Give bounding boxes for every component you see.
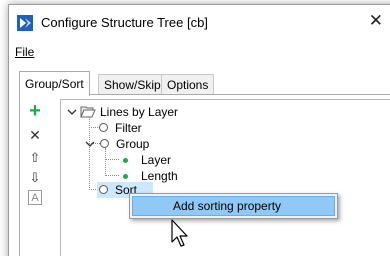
circle-icon bbox=[99, 123, 108, 132]
menu-file[interactable]: File bbox=[15, 45, 34, 59]
group-sort-panel: + ✕ ⇧ ⇩ A Lines by Layer Filter Group La… bbox=[19, 94, 390, 256]
tree-line bbox=[105, 148, 106, 176]
menu-item-add-sorting-property[interactable]: Add sorting property bbox=[132, 196, 335, 216]
green-dot-icon bbox=[123, 174, 128, 179]
chevron-down-icon[interactable] bbox=[67, 107, 77, 117]
green-dot-icon bbox=[123, 158, 128, 163]
close-icon[interactable]: ✕ bbox=[369, 11, 383, 31]
circle-icon bbox=[99, 185, 108, 194]
tree-line bbox=[105, 159, 119, 160]
tab-show-skip[interactable]: Show/Skip bbox=[98, 74, 167, 95]
tree-node-filter[interactable]: Filter bbox=[99, 120, 169, 136]
arrow-up-icon[interactable]: ⇧ bbox=[26, 149, 44, 167]
plus-icon[interactable]: + bbox=[26, 101, 44, 121]
context-menu: Add sorting property bbox=[129, 193, 338, 219]
circle-icon bbox=[100, 139, 109, 148]
tab-options[interactable]: Options bbox=[161, 74, 215, 95]
tab-group-sort[interactable]: Group/Sort bbox=[19, 71, 90, 96]
text-field-icon[interactable]: A bbox=[28, 190, 42, 205]
tree-node-group[interactable]: Group bbox=[85, 136, 165, 152]
menu-item-label: Add sorting property bbox=[173, 199, 282, 213]
structure-tree[interactable]: Lines by Layer Filter Group Layer Length… bbox=[60, 99, 390, 256]
folder-open-icon bbox=[80, 106, 96, 118]
window-title: Configure Structure Tree [cb] bbox=[41, 15, 208, 30]
title-bar: Configure Structure Tree [cb] ✕ bbox=[9, 5, 390, 39]
mouse-pointer-icon bbox=[171, 219, 188, 247]
menu-bar: File bbox=[9, 43, 390, 63]
chevron-down-icon[interactable] bbox=[85, 139, 95, 149]
tree-node-label: Layer bbox=[141, 153, 172, 167]
x-icon[interactable]: ✕ bbox=[26, 126, 44, 144]
app-logo-icon bbox=[17, 15, 33, 31]
tree-line bbox=[105, 175, 119, 176]
tree-node-layer[interactable]: Layer bbox=[119, 152, 189, 168]
tab-strip: Group/Sort Show/Skip Options bbox=[19, 71, 390, 96]
tree-node-label: Filter bbox=[115, 121, 142, 135]
tree-node-label: Group bbox=[116, 137, 150, 151]
tree-node-label: Lines by Layer bbox=[100, 105, 179, 119]
arrow-down-icon[interactable]: ⇩ bbox=[26, 169, 44, 187]
tree-node-root[interactable]: Lines by Layer bbox=[65, 104, 185, 120]
